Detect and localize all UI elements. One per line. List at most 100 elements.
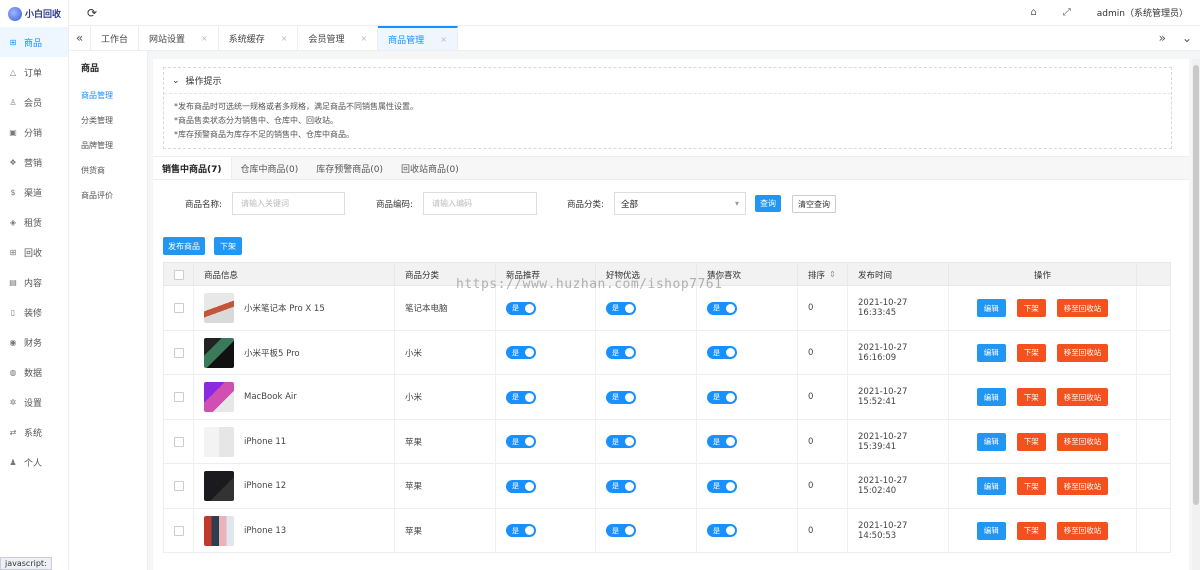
edit-button[interactable]: 编辑 bbox=[976, 521, 1006, 540]
brand-logo[interactable]: 小白回收 bbox=[0, 0, 68, 27]
publish-product-button[interactable]: 发布商品 bbox=[163, 237, 205, 255]
clear-search-button[interactable]: 清空查询 bbox=[792, 195, 836, 213]
sidebar-item-9[interactable]: ▯ 装修 bbox=[0, 297, 68, 327]
new-recommend-switch[interactable]: 是 bbox=[506, 390, 536, 404]
refresh-icon[interactable]: ⟳ bbox=[87, 6, 97, 20]
close-icon[interactable]: × bbox=[440, 35, 447, 44]
move-to-recycle-button[interactable]: 移至回收站 bbox=[1056, 343, 1109, 362]
product-name[interactable]: iPhone 12 bbox=[244, 481, 286, 491]
new-recommend-switch[interactable]: 是 bbox=[506, 479, 536, 493]
tag-icon[interactable]: ⌂ bbox=[1030, 7, 1036, 18]
table-row[interactable]: 小米平板5 Pro 小米 是 是 是 0 2021-10-27 16:16:09 编辑 下架 移至… bbox=[163, 330, 1171, 375]
status-tab-3[interactable]: 回收站商品(0) bbox=[392, 157, 468, 179]
subnav-item-0[interactable]: 商品管理 bbox=[69, 83, 147, 108]
move-to-recycle-button[interactable]: 移至回收站 bbox=[1056, 388, 1109, 406]
guess-like-switch[interactable]: 是 bbox=[707, 524, 737, 537]
move-to-recycle-button[interactable]: 移至回收站 bbox=[1056, 477, 1109, 495]
subnav-item-1[interactable]: 分类管理 bbox=[69, 108, 147, 133]
product-name[interactable]: 小米笔记本 Pro X 15 bbox=[244, 302, 325, 314]
row-checkbox[interactable] bbox=[174, 347, 184, 358]
sidebar-item-3[interactable]: ▣ 分销 bbox=[0, 117, 68, 147]
offline-button[interactable]: 下架 bbox=[1016, 388, 1046, 406]
tab-2[interactable]: 系统缓存 × bbox=[219, 26, 299, 50]
sidebar-item-2[interactable]: ♙ 会员 bbox=[0, 87, 68, 117]
sidebar-item-13[interactable]: ⇄ 系统 bbox=[0, 417, 68, 447]
table-row[interactable]: MacBook Air 小米 是 是 是 0 2021-10-27 15:52:41 编辑 下架… bbox=[163, 375, 1171, 420]
close-icon[interactable]: × bbox=[281, 34, 288, 43]
edit-button[interactable]: 编辑 bbox=[976, 343, 1006, 362]
sidebar-item-14[interactable]: ♟ 个人 bbox=[0, 447, 68, 477]
guess-like-switch[interactable]: 是 bbox=[707, 435, 737, 448]
product-name[interactable]: 小米平板5 Pro bbox=[244, 347, 300, 359]
bulk-offline-button[interactable]: 下架 bbox=[214, 237, 242, 255]
product-name[interactable]: iPhone 13 bbox=[244, 526, 286, 536]
sidebar-item-6[interactable]: ◈ 租赁 bbox=[0, 207, 68, 237]
edit-button[interactable]: 编辑 bbox=[976, 432, 1006, 451]
sidebar-item-5[interactable]: $ 渠道 bbox=[0, 177, 68, 207]
row-checkbox[interactable] bbox=[174, 436, 184, 447]
name-filter-input[interactable]: 请输入关键词 bbox=[232, 192, 345, 215]
tabs-menu-chevron-icon[interactable]: ⌄ bbox=[1182, 31, 1192, 45]
row-checkbox[interactable] bbox=[174, 481, 184, 491]
sidebar-item-4[interactable]: ❖ 营销 bbox=[0, 147, 68, 177]
scrollbar-thumb[interactable] bbox=[1193, 65, 1199, 505]
sidebar-item-11[interactable]: ◍ 数据 bbox=[0, 357, 68, 387]
edit-button[interactable]: 编辑 bbox=[976, 299, 1006, 317]
user-menu[interactable]: admin（系统管理员） bbox=[1097, 6, 1188, 19]
good-pick-switch[interactable]: 是 bbox=[606, 346, 636, 359]
offline-button[interactable]: 下架 bbox=[1016, 343, 1046, 362]
code-filter-input[interactable]: 请输入编码 bbox=[423, 192, 537, 215]
offline-button[interactable]: 下架 bbox=[1016, 299, 1046, 317]
status-tab-1[interactable]: 仓库中商品(0) bbox=[232, 157, 308, 179]
table-row[interactable]: iPhone 13 苹果 是 是 是 0 2021-10-27 14:50:53 编辑 下架 移至… bbox=[163, 508, 1171, 553]
subnav-item-4[interactable]: 商品评价 bbox=[69, 183, 147, 208]
tabs-scroll-left-icon[interactable]: « bbox=[69, 26, 91, 50]
new-recommend-switch[interactable]: 是 bbox=[506, 524, 536, 537]
offline-button[interactable]: 下架 bbox=[1016, 432, 1046, 451]
good-pick-switch[interactable]: 是 bbox=[606, 435, 636, 448]
guess-like-switch[interactable]: 是 bbox=[707, 346, 737, 359]
edit-button[interactable]: 编辑 bbox=[976, 388, 1006, 406]
search-button[interactable]: 查询 bbox=[755, 195, 781, 212]
product-name[interactable]: MacBook Air bbox=[244, 392, 297, 402]
good-pick-switch[interactable]: 是 bbox=[606, 301, 636, 315]
subnav-item-3[interactable]: 供货商 bbox=[69, 158, 147, 183]
table-row[interactable]: 小米笔记本 Pro X 15 笔记本电脑 是 是 是 0 2021-10-27 16:33:… bbox=[163, 286, 1171, 331]
sidebar-item-1[interactable]: △ 订单 bbox=[0, 57, 68, 87]
sidebar-item-0[interactable]: ⊞ 商品 bbox=[0, 27, 68, 57]
offline-button[interactable]: 下架 bbox=[1016, 521, 1046, 540]
guess-like-switch[interactable]: 是 bbox=[707, 301, 737, 315]
sidebar-item-12[interactable]: ✲ 设置 bbox=[0, 387, 68, 417]
tab-1[interactable]: 网站设置 × bbox=[139, 26, 219, 50]
sidebar-item-7[interactable]: ⊞ 回收 bbox=[0, 237, 68, 267]
move-to-recycle-button[interactable]: 移至回收站 bbox=[1056, 432, 1109, 451]
subnav-item-2[interactable]: 品牌管理 bbox=[69, 133, 147, 158]
move-to-recycle-button[interactable]: 移至回收站 bbox=[1056, 299, 1109, 317]
row-checkbox[interactable] bbox=[174, 525, 184, 536]
sort-icon[interactable]: ⇕ bbox=[829, 270, 836, 280]
edit-button[interactable]: 编辑 bbox=[976, 477, 1006, 495]
new-recommend-switch[interactable]: 是 bbox=[506, 301, 536, 315]
category-filter-select[interactable]: 全部 ▾ bbox=[614, 192, 746, 215]
close-icon[interactable]: × bbox=[201, 34, 208, 43]
new-recommend-switch[interactable]: 是 bbox=[506, 346, 536, 359]
sidebar-item-10[interactable]: ◉ 财务 bbox=[0, 327, 68, 357]
offline-button[interactable]: 下架 bbox=[1016, 477, 1046, 495]
status-tab-2[interactable]: 库存预警商品(0) bbox=[307, 157, 392, 179]
table-row[interactable]: iPhone 11 苹果 是 是 是 0 2021-10-27 15:39:41 编辑 下架 移至… bbox=[163, 419, 1171, 464]
page-scrollbar[interactable] bbox=[1192, 59, 1200, 570]
new-recommend-switch[interactable]: 是 bbox=[506, 435, 536, 448]
move-to-recycle-button[interactable]: 移至回收站 bbox=[1056, 521, 1109, 540]
sidebar-item-8[interactable]: ▤ 内容 bbox=[0, 267, 68, 297]
row-checkbox[interactable] bbox=[174, 392, 184, 402]
fullscreen-icon[interactable]: ⤢ bbox=[1063, 7, 1071, 18]
table-row[interactable]: iPhone 12 苹果 是 是 是 0 2021-10-27 15:02:40 编辑 下架 移至… bbox=[163, 464, 1171, 509]
tab-3[interactable]: 会员管理 × bbox=[298, 26, 379, 50]
guess-like-switch[interactable]: 是 bbox=[707, 390, 737, 404]
tab-0[interactable]: 工作台 bbox=[91, 26, 140, 50]
row-checkbox[interactable] bbox=[174, 303, 184, 313]
status-tab-0[interactable]: 销售中商品(7) bbox=[153, 157, 232, 179]
select-all-checkbox[interactable] bbox=[174, 270, 184, 280]
good-pick-switch[interactable]: 是 bbox=[606, 524, 636, 537]
tabs-scroll-right-icon[interactable]: » bbox=[1159, 31, 1166, 45]
